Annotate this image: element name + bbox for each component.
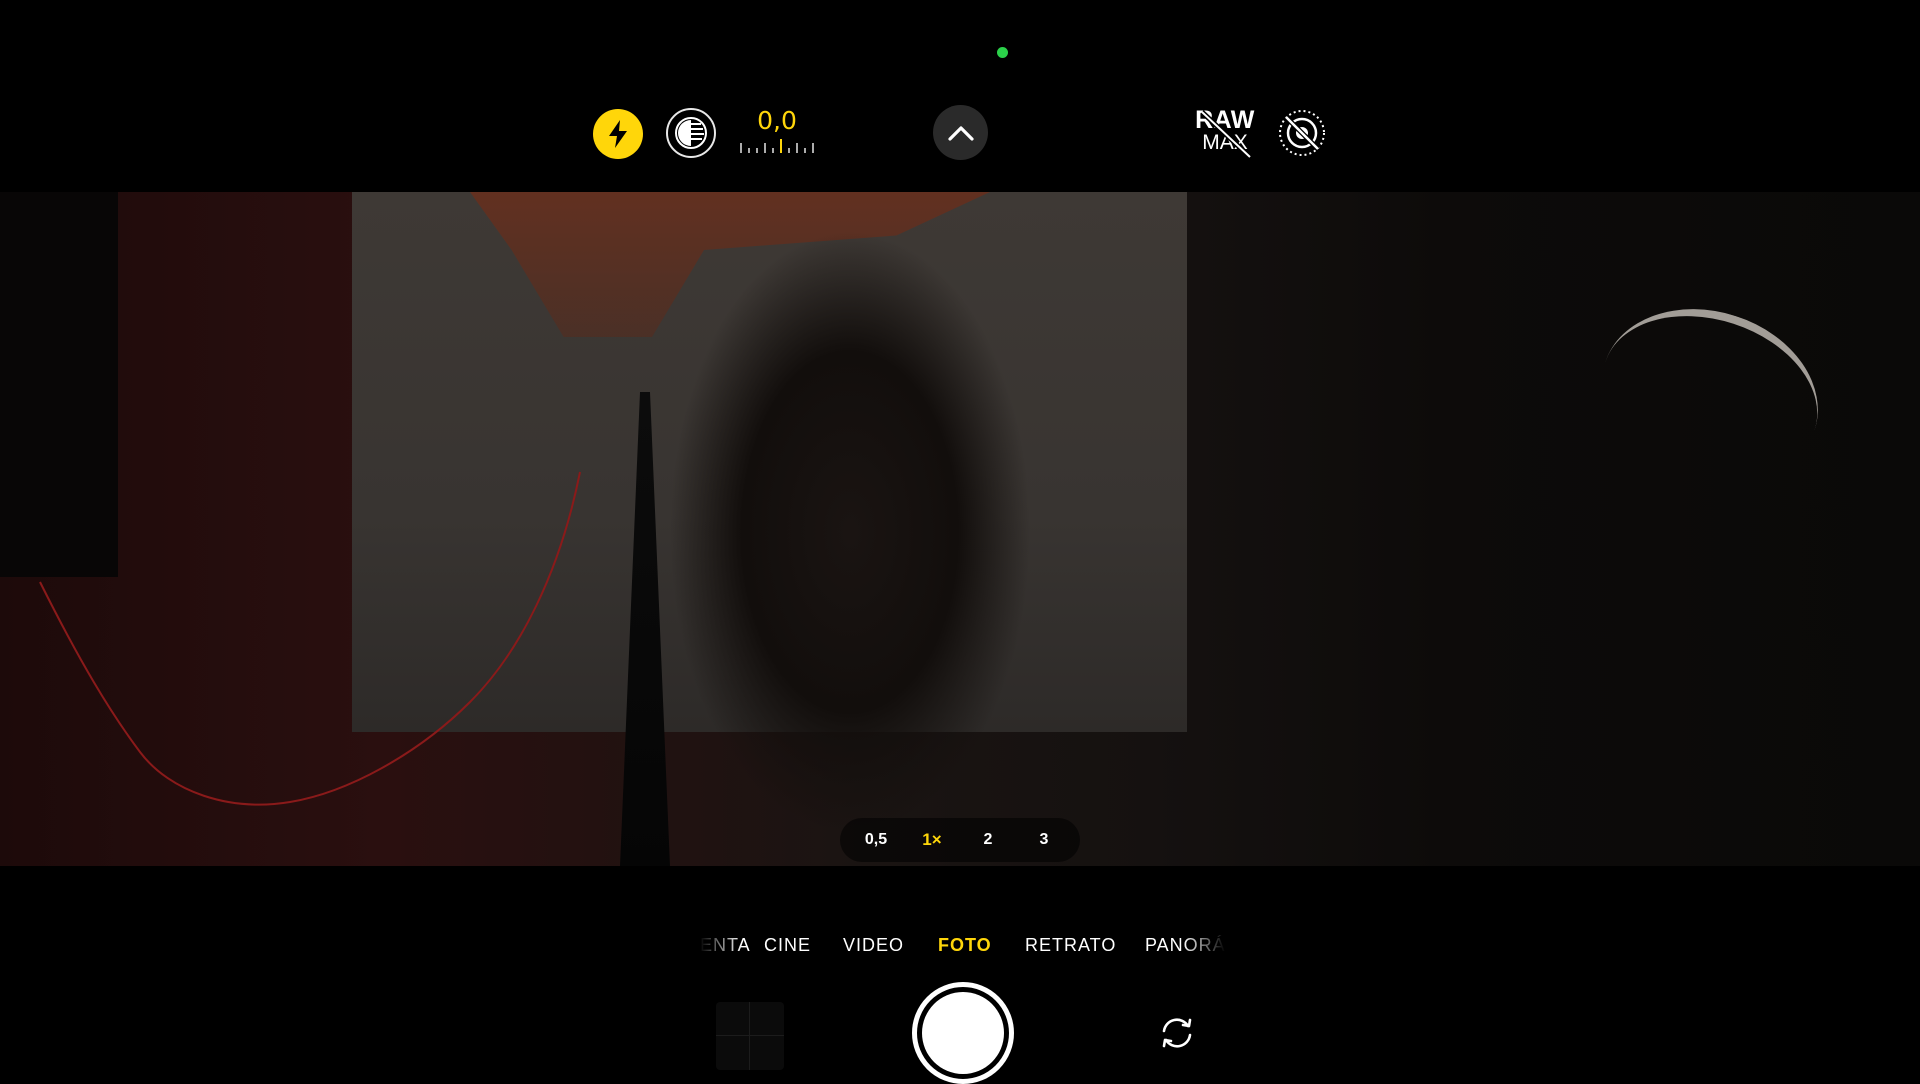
flip-camera-button[interactable] [1156,1014,1198,1052]
mode-item-video[interactable]: VIDEO [843,935,904,956]
last-photo-thumbnail[interactable] [716,1002,784,1070]
exposure-scale [740,139,814,153]
photographic-styles-icon [675,117,707,149]
flash-icon [609,120,627,148]
flash-button[interactable] [593,109,643,159]
zoom-option-1x[interactable]: 1× [914,822,950,858]
mode-item-camara-lenta[interactable]: ENTA [700,935,751,956]
camera-in-use-indicator [997,47,1008,58]
mode-selector[interactable]: ENTA CINE VIDEO FOTO RETRATO PANORÁMI [700,932,1225,962]
zoom-option-0-5[interactable]: 0,5 [858,822,894,858]
viewfinder-cable [39,471,581,806]
exposure-value: 0,0 [757,106,797,135]
shutter-button[interactable] [912,982,1014,1084]
raw-max-button[interactable]: RAW MAX [1192,108,1258,159]
viewfinder-ring-light [1579,282,1841,510]
viewfinder[interactable] [0,192,1920,866]
mode-item-foto[interactable]: FOTO [938,935,992,956]
zoom-option-3[interactable]: 3 [1026,822,1062,858]
mode-item-retrato[interactable]: RETRATO [1025,935,1116,956]
more-controls-button[interactable] [933,105,988,160]
mode-item-panoramica[interactable]: PANORÁMI [1145,935,1225,956]
zoom-selector: 0,5 1× 2 3 [700,815,1220,865]
shutter-button-inner [922,992,1004,1074]
mode-item-cine[interactable]: CINE [764,935,811,956]
viewfinder-subject [660,212,1040,832]
zoom-pill: 0,5 1× 2 3 [840,818,1080,862]
exposure-control[interactable]: 0,0 [736,106,818,156]
live-photo-off-icon [1279,110,1325,156]
zoom-option-2[interactable]: 2 [970,822,1006,858]
flip-camera-icon [1162,1018,1192,1048]
live-photo-button[interactable] [1276,107,1328,159]
chevron-up-icon [947,125,974,141]
photographic-styles-button[interactable] [666,108,716,158]
raw-off-slash-icon [1200,110,1252,159]
